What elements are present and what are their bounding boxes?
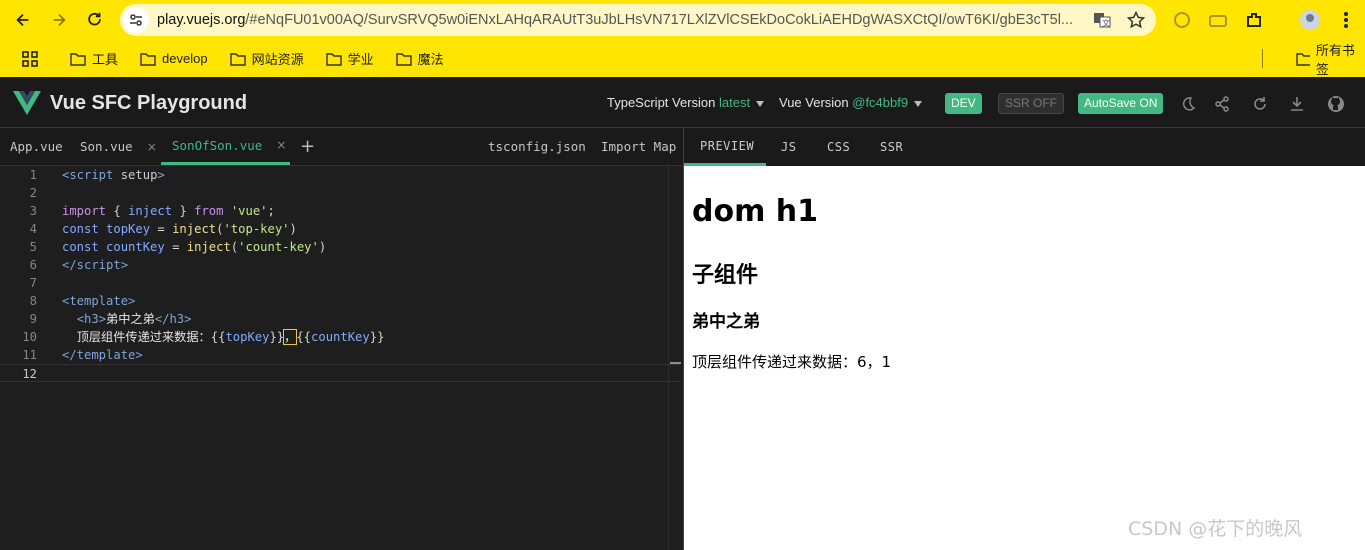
code-line: 10 顶层组件传递过来数据：{{topKey}}，{{countKey}} xyxy=(22,329,385,345)
code-line-current: 12 xyxy=(0,364,680,382)
back-button[interactable] xyxy=(6,3,40,37)
extensions-puzzle-icon[interactable] xyxy=(1242,8,1266,32)
dev-toggle[interactable]: DEV xyxy=(945,93,982,114)
tab-sonofson-vue[interactable]: SonOfSon.vue × xyxy=(161,128,290,165)
code-line: 3 import { inject } from 'vue'; xyxy=(29,204,275,218)
vue-version-select[interactable]: Vue Version @fc4bbf9 xyxy=(779,95,923,110)
preview-heading-h3: 弟中之弟 xyxy=(692,312,760,332)
tab-import-map[interactable]: Import Map xyxy=(601,128,676,165)
tab-ssr[interactable]: SSR xyxy=(880,128,903,166)
close-icon[interactable]: × xyxy=(147,140,157,154)
typescript-version-select[interactable]: TypeScript Version latest xyxy=(607,95,765,110)
url-text[interactable]: play.vuejs.org/#eNqFU01v00AQ/SurvSRVQ5w0… xyxy=(157,12,1077,28)
bookmark-folder-study[interactable]: 学业 xyxy=(322,46,378,72)
tab-css[interactable]: CSS xyxy=(827,128,850,166)
editor-scrollbar[interactable] xyxy=(668,166,683,550)
code-line: 2 xyxy=(29,186,37,200)
preview-heading-h1: dom h1 xyxy=(692,194,819,229)
bookmark-folder-develop[interactable]: develop xyxy=(136,46,212,72)
profile-avatar[interactable] xyxy=(1298,8,1322,32)
output-tabs: PREVIEW JS CSS SSR xyxy=(684,128,1365,166)
github-icon[interactable] xyxy=(1326,94,1346,114)
folder-icon xyxy=(395,52,412,66)
svg-text:文: 文 xyxy=(1102,18,1110,28)
code-line: 8 <template> xyxy=(29,294,136,308)
reload-button[interactable] xyxy=(78,3,112,37)
app-title: Vue SFC Playground xyxy=(50,92,248,114)
code-line: 1 <script setup> xyxy=(29,168,165,182)
tab-app-vue[interactable]: App.vue xyxy=(10,128,63,165)
preview-data-text: 顶层组件传递过来数据：6，1 xyxy=(692,353,892,371)
autosave-toggle[interactable]: AutoSave ON xyxy=(1078,93,1164,114)
close-icon[interactable]: × xyxy=(276,138,286,152)
reload-icon xyxy=(88,12,101,26)
bookmarks-separator xyxy=(1262,49,1263,68)
code-line: 7 xyxy=(29,276,37,290)
code-line: 6 </script> xyxy=(29,258,129,272)
chevron-down-icon xyxy=(756,100,765,107)
code-line: 9 <h3>弟中之弟</h3> xyxy=(29,312,192,326)
bookmarks-bar: 工具 develop 网站资源 学业 魔法 所有书签 xyxy=(0,40,1365,77)
extension-icon-1[interactable] xyxy=(1170,8,1194,32)
code-line: 11 </template> xyxy=(22,348,143,362)
folder-icon xyxy=(70,52,86,66)
apps-grid-icon[interactable] xyxy=(18,46,48,72)
tab-tsconfig[interactable]: tsconfig.json xyxy=(488,128,586,165)
scroll-position-marker xyxy=(670,362,681,364)
tab-js[interactable]: JS xyxy=(781,128,796,166)
download-icon[interactable] xyxy=(1287,94,1307,114)
chevron-down-icon xyxy=(914,100,923,107)
reload-icon[interactable] xyxy=(1250,94,1270,114)
code-line: 4 const topKey = inject('top-key') xyxy=(29,222,297,236)
all-bookmarks-folder[interactable]: 所有书签 xyxy=(1292,40,1365,77)
code-line: 5 const countKey = inject('count-key') xyxy=(29,240,327,254)
bookmark-folder-magic[interactable]: 魔法 xyxy=(392,46,448,72)
back-arrow-icon xyxy=(16,13,29,27)
bookmark-folder-tools[interactable]: 工具 xyxy=(66,46,122,72)
theme-moon-icon[interactable] xyxy=(1178,94,1198,114)
add-file-button[interactable]: + xyxy=(300,136,315,157)
folder-icon xyxy=(140,52,156,66)
folder-icon xyxy=(325,52,342,66)
watermark: CSDN @花下的晚风 xyxy=(1128,518,1303,540)
bookmark-star-icon[interactable] xyxy=(1126,10,1146,30)
menu-kebab-icon[interactable] xyxy=(1334,8,1358,32)
site-info-icon[interactable] xyxy=(123,7,149,33)
forward-button[interactable] xyxy=(42,3,76,37)
preview-heading-h2: 子组件 xyxy=(692,263,759,288)
code-editor[interactable]: 1 <script setup> 2 3 import { inject } fro… xyxy=(0,166,683,550)
extension-icon-2[interactable] xyxy=(1206,8,1230,32)
vue-logo-icon xyxy=(13,91,41,115)
folder-icon xyxy=(229,52,246,66)
bookmark-folder-resources[interactable]: 网站资源 xyxy=(226,46,308,72)
browser-toolbar: play.vuejs.org/#eNqFU01v00AQ/SurvSRVQ5w0… xyxy=(0,0,1365,40)
forward-arrow-icon xyxy=(53,13,66,27)
tab-preview[interactable]: PREVIEW xyxy=(684,128,766,166)
preview-pane: dom h1 子组件 弟中之弟 顶层组件传递过来数据：6，1 xyxy=(684,166,1365,550)
tab-son-vue[interactable]: Son.vue × xyxy=(80,128,157,165)
editor-file-tabs: App.vue Son.vue × SonOfSon.vue × + tsconfi… xyxy=(0,128,683,166)
translate-icon[interactable]: 文 xyxy=(1092,10,1112,30)
folder-icon xyxy=(1296,52,1310,66)
ssr-toggle[interactable]: SSR OFF xyxy=(998,93,1065,114)
address-bar[interactable]: play.vuejs.org/#eNqFU01v00AQ/SurvSRVQ5w0… xyxy=(120,4,1156,36)
share-icon[interactable] xyxy=(1212,94,1232,114)
